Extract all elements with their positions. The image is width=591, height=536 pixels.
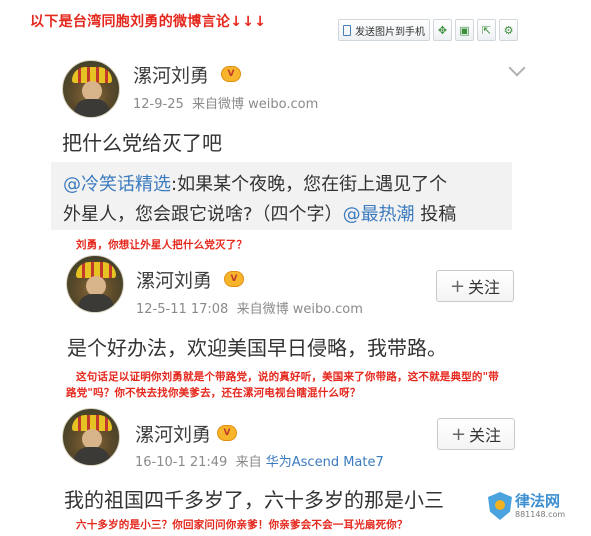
site-watermark: 律法网 881148.com: [488, 492, 565, 520]
chevron-down-icon[interactable]: [508, 59, 526, 77]
plus-icon: +: [450, 423, 467, 445]
image-toolbar: 发送图片到手机 ✥ ▣ ⇱ ⚙: [338, 19, 518, 41]
author-name[interactable]: 漯河刘勇: [133, 61, 209, 88]
quote-text: 外星人，您会跟它说啥?（四个字）: [63, 204, 343, 225]
post-date[interactable]: 12-5-11 17:08: [136, 302, 228, 317]
annotation-note-1: 刘勇，你想让外星人把什么党灭了？: [76, 239, 248, 251]
mention-link[interactable]: @最热潮: [343, 204, 415, 225]
source-prefix: 来自微博: [236, 302, 289, 317]
post-content: 是个好办法，欢迎美国早日侵略，我带路。: [67, 336, 447, 360]
quote-text: 投稿: [414, 204, 457, 225]
quote-text: :如果某个夜晚，您在街上遇见了个: [171, 174, 448, 195]
source-prefix: 来自: [235, 455, 262, 470]
quote-line-2: 外星人，您会跟它说啥?（四个字）@最热潮 投稿: [63, 200, 456, 226]
post-date[interactable]: 16-10-1 21:49: [135, 455, 227, 470]
avatar[interactable]: [66, 255, 124, 313]
post-meta: 12-9-25 来自微博 weibo.com: [133, 93, 318, 112]
follow-label: 关注: [469, 426, 502, 445]
annotation-note-3: 六十多岁的是小三？你回家问问你亲爹！你亲爹会不会一耳光扇死你？: [76, 519, 408, 531]
expand-icon: ✥: [437, 23, 448, 37]
annotation-note-2-line-1: 这句话足以证明你刘勇就是个带路党，说的真好听，美国来了你带路，这不就是典型的"带: [76, 371, 499, 383]
watermark-url: 881148.com: [515, 509, 566, 519]
post-content: 把什么党给灭了吧: [62, 131, 222, 155]
shield-logo-icon: [488, 492, 512, 520]
phone-icon: [343, 24, 351, 36]
source-link[interactable]: weibo.com: [248, 97, 318, 112]
plus-icon: +: [449, 275, 466, 297]
repost-quote: @冷笑话精选:如果某个夜晚，您在街上遇见了个 外星人，您会跟它说啥?（四个字）@…: [51, 162, 512, 230]
source-link[interactable]: weibo.com: [293, 302, 363, 317]
post-meta: 16-10-1 21:49 来自 华为Ascend Mate7: [135, 451, 384, 470]
quote-line-1: @冷笑话精选:如果某个夜晚，您在街上遇见了个: [63, 170, 447, 196]
watermark-name: 律法网: [515, 491, 561, 510]
vip-badge-icon: V: [221, 66, 241, 82]
post-content: 我的祖国四千多岁了，六十多岁的那是小三: [64, 488, 444, 512]
avatar[interactable]: [62, 60, 120, 118]
share-button[interactable]: ⇱: [477, 19, 496, 41]
save-button[interactable]: ▣: [455, 19, 474, 41]
author-name[interactable]: 漯河刘勇: [135, 420, 211, 447]
annotation-note-2-line-2: 路党"吗？你不快去找你美爹去，还在漯河电视台瞎混什么呀？: [66, 387, 361, 399]
settings-icon: ⚙: [503, 23, 514, 37]
expand-button[interactable]: ✥: [433, 19, 452, 41]
follow-button[interactable]: + 关注: [436, 270, 514, 302]
post-meta: 12-5-11 17:08 来自微博 weibo.com: [136, 298, 363, 317]
mention-link[interactable]: @冷笑话精选: [63, 174, 171, 195]
follow-label: 关注: [468, 278, 501, 297]
header-caption: 以下是台湾同胞刘勇的微博言论↓↓↓: [30, 14, 267, 30]
save-icon: ▣: [459, 23, 470, 37]
vip-badge-icon: V: [217, 425, 237, 441]
post-date[interactable]: 12-9-25: [133, 97, 184, 112]
follow-button[interactable]: + 关注: [437, 418, 515, 450]
avatar[interactable]: [62, 408, 120, 466]
settings-button[interactable]: ⚙: [499, 19, 518, 41]
source-prefix: 来自微博: [192, 97, 245, 112]
source-link[interactable]: 华为Ascend Mate7: [266, 455, 384, 470]
share-icon: ⇱: [481, 23, 492, 37]
author-name[interactable]: 漯河刘勇: [136, 266, 212, 293]
vip-badge-icon: V: [224, 271, 244, 287]
send-to-phone-label: 发送图片到手机: [355, 26, 425, 38]
send-to-phone-button[interactable]: 发送图片到手机: [338, 19, 430, 41]
